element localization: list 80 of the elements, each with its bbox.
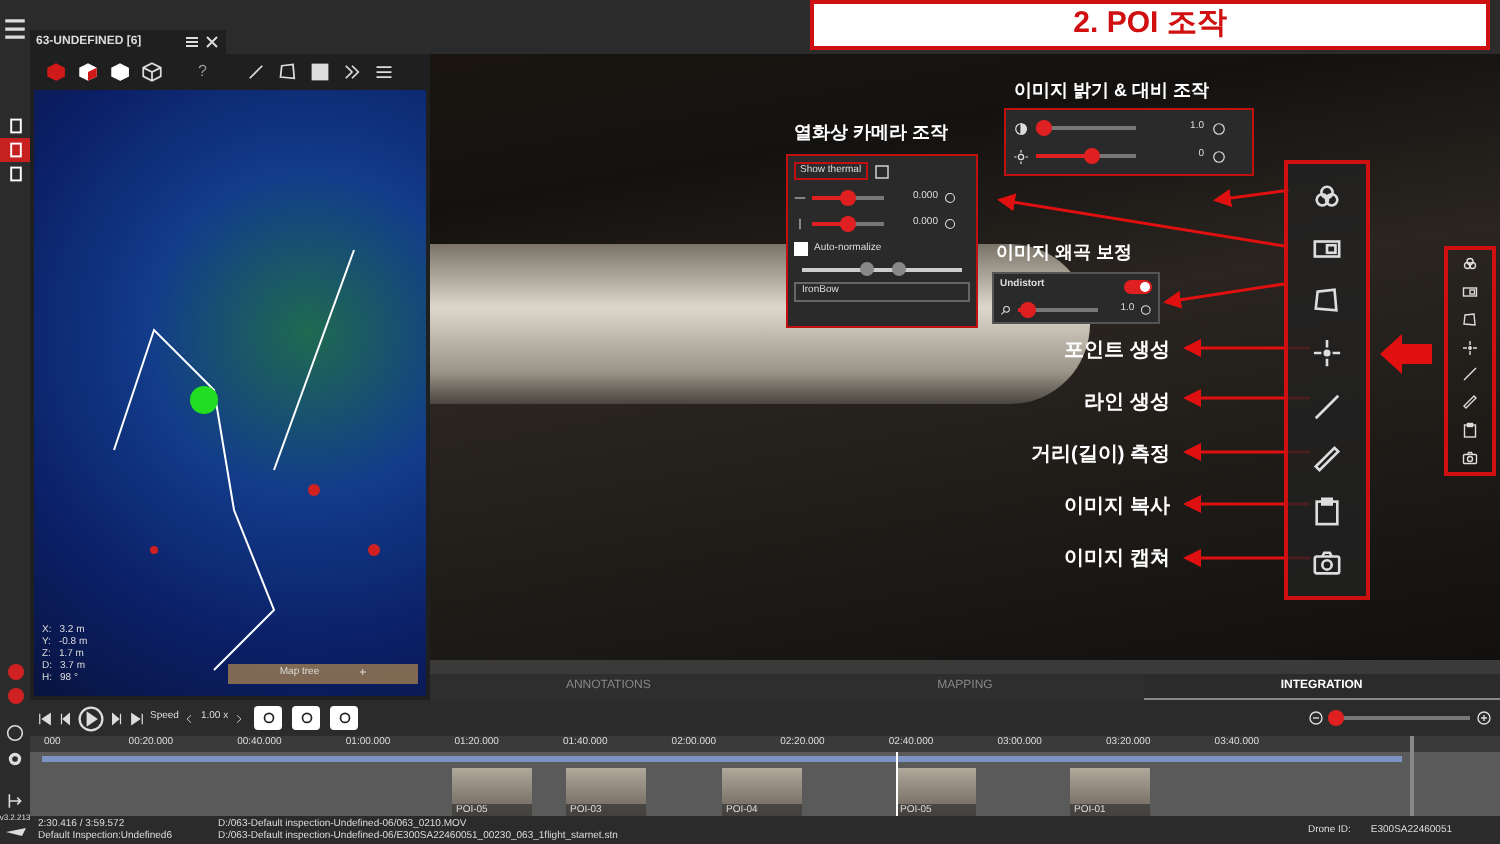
slider-thumb[interactable] xyxy=(1083,148,1099,164)
slider-thumb[interactable] xyxy=(1036,120,1052,136)
tool-label: 라인 생성 xyxy=(1084,390,1170,418)
checkbox[interactable] xyxy=(794,242,808,257)
point-marker xyxy=(150,546,158,554)
callout-title: 열화상 카메라 조작 xyxy=(794,120,949,146)
slider-thumb[interactable] xyxy=(1327,710,1344,726)
home-icon xyxy=(7,118,23,134)
play-icon[interactable] xyxy=(78,705,104,731)
rgb-circles-icon[interactable] xyxy=(1312,181,1342,212)
chevron-left-icon[interactable] xyxy=(184,713,195,723)
settings-icon[interactable] xyxy=(6,750,24,768)
exit-icon[interactable] xyxy=(6,792,24,810)
reset-icon[interactable] xyxy=(944,218,956,230)
quad-crop-icon[interactable] xyxy=(1312,286,1342,317)
skip-start-icon[interactable] xyxy=(38,711,52,725)
slider-thumb[interactable] xyxy=(840,190,856,206)
crosshair-point-icon[interactable] xyxy=(1462,339,1478,356)
list-icon[interactable] xyxy=(184,34,200,50)
copy-icon[interactable] xyxy=(873,163,890,179)
timeline-tool-button[interactable] xyxy=(330,706,359,730)
help-button[interactable]: ? xyxy=(198,60,207,84)
step-forward-icon[interactable] xyxy=(110,711,124,725)
pencil-icon[interactable] xyxy=(246,62,267,82)
help-circle-icon[interactable] xyxy=(6,724,24,742)
skip-end-icon[interactable] xyxy=(130,711,144,725)
double-chevron-icon[interactable] xyxy=(342,62,363,82)
zoom-out-icon[interactable] xyxy=(1308,710,1324,726)
zoom-in-icon[interactable] xyxy=(1476,710,1492,726)
slider-thumb[interactable] xyxy=(892,261,906,275)
close-icon[interactable] xyxy=(204,34,220,50)
leader-line xyxy=(1163,282,1285,309)
quad-crop-icon[interactable] xyxy=(278,62,299,82)
thermal-camera-icon[interactable] xyxy=(1462,283,1478,300)
slider-thumb[interactable] xyxy=(840,216,856,232)
clipboard-icon[interactable] xyxy=(1312,496,1342,527)
document-icon xyxy=(7,142,23,158)
transfer-icon xyxy=(7,166,23,182)
tool-label: 거리(길이) 측정 xyxy=(1031,442,1170,470)
slider-track[interactable] xyxy=(1330,710,1470,726)
timeline-tool-button[interactable] xyxy=(254,706,283,730)
camera-icon[interactable] xyxy=(1312,548,1342,579)
slider-thumb[interactable] xyxy=(860,261,874,275)
point-marker xyxy=(368,544,380,556)
slider-thumb[interactable] xyxy=(1019,301,1036,318)
cube-icon[interactable] xyxy=(110,62,130,82)
search-icon[interactable] xyxy=(1000,303,1012,316)
logo-icon xyxy=(5,826,25,838)
tool-label: 이미지 복사 xyxy=(1064,494,1170,522)
menu-icon[interactable] xyxy=(2,16,28,42)
save-icon[interactable] xyxy=(310,62,331,82)
contrast-icon[interactable] xyxy=(1014,121,1028,135)
step-back-icon[interactable] xyxy=(58,711,72,725)
ruler-icon[interactable] xyxy=(1462,394,1478,411)
callout-title: 이미지 왜곡 보정 xyxy=(996,240,1133,266)
tool-label: 이미지 캡쳐 xyxy=(1064,546,1170,574)
cube-icon[interactable] xyxy=(78,62,98,82)
ruler-icon[interactable] xyxy=(1312,443,1342,474)
chevron-right-icon[interactable] xyxy=(234,713,245,723)
slider-track[interactable] xyxy=(1036,120,1136,136)
sun-icon[interactable] xyxy=(1014,149,1028,163)
timeline-tool-button[interactable] xyxy=(292,706,321,730)
reset-icon[interactable] xyxy=(944,192,956,204)
left-arrow-icon xyxy=(1380,334,1432,374)
point-marker xyxy=(308,484,320,496)
quad-crop-icon[interactable] xyxy=(1462,311,1478,328)
sliders-icon[interactable] xyxy=(374,62,395,82)
clipboard-icon[interactable] xyxy=(1462,422,1478,439)
rgb-circles-icon[interactable] xyxy=(1462,255,1478,272)
toggle-switch[interactable] xyxy=(1124,279,1152,293)
timeline-end-marker xyxy=(1410,736,1414,816)
line-icon[interactable] xyxy=(1312,391,1342,422)
reset-icon[interactable] xyxy=(1140,303,1152,316)
callout-title: 이미지 밝기 & 대비 조작 xyxy=(1014,78,1210,104)
position-marker xyxy=(190,386,218,414)
banner-title: 2. POI 조작 xyxy=(1073,4,1227,45)
line-icon[interactable] xyxy=(1462,366,1478,383)
camera-icon[interactable] xyxy=(1462,450,1478,467)
crosshair-point-icon[interactable] xyxy=(1312,338,1342,369)
cube-outline-icon[interactable] xyxy=(142,62,162,82)
